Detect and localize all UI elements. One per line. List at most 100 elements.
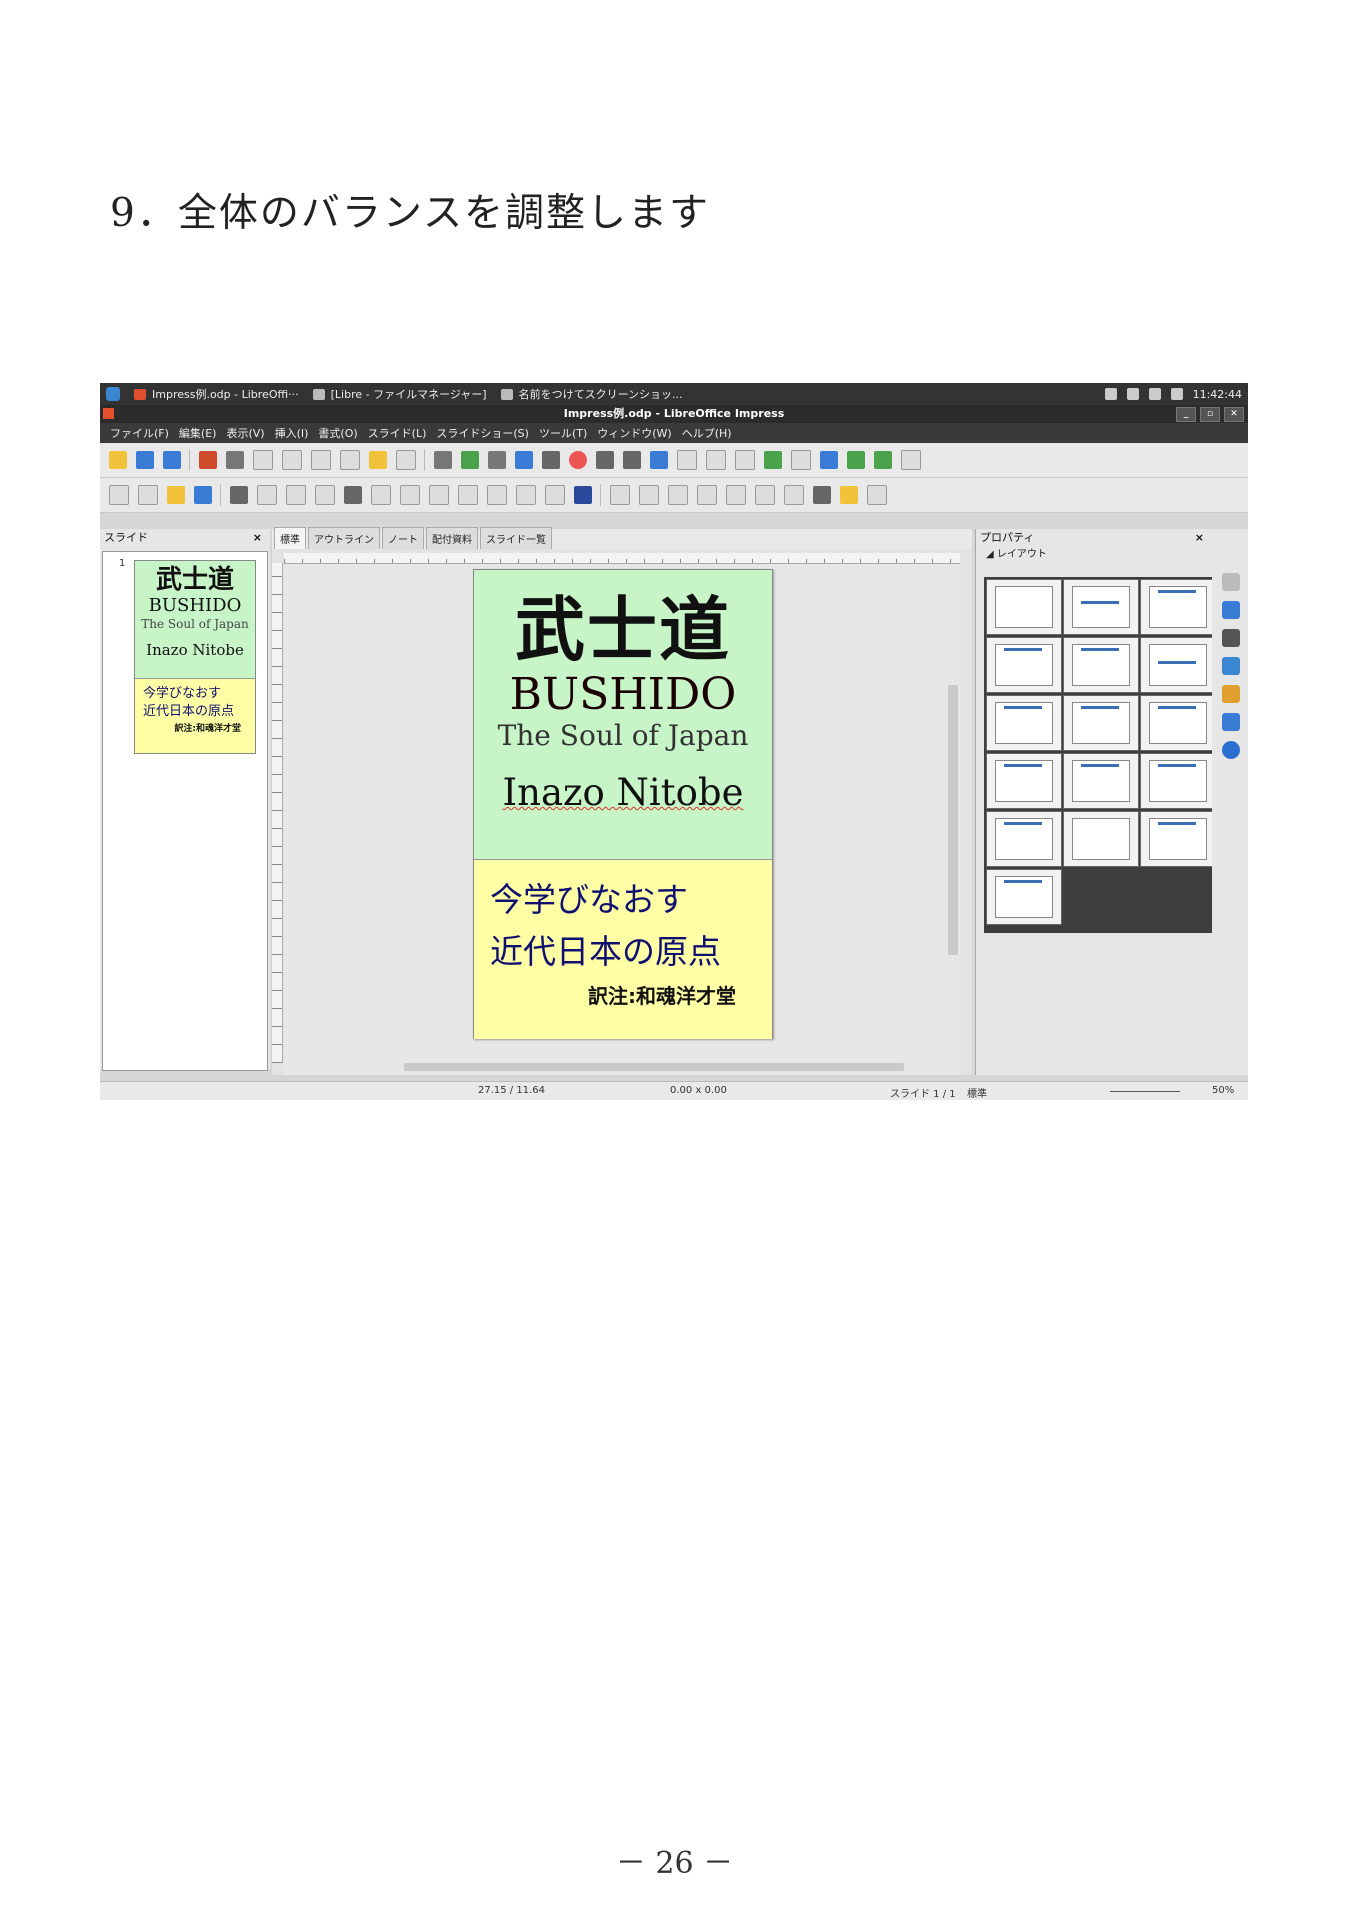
animation-icon[interactable] xyxy=(1222,629,1240,647)
image-icon[interactable] xyxy=(515,451,533,469)
title-area[interactable]: 武士道 BUSHIDO The Soul of Japan Inazo Nito… xyxy=(474,570,772,859)
slide-thumbnail[interactable]: 武士道 BUSHIDO The Soul of Japan Inazo Nito… xyxy=(134,560,256,754)
spellcheck-icon[interactable] xyxy=(461,451,479,469)
filter-icon[interactable] xyxy=(784,485,804,505)
shadow-icon[interactable] xyxy=(726,485,746,505)
3d-objects-icon[interactable] xyxy=(574,486,592,504)
layout-blank[interactable] xyxy=(986,579,1062,635)
keyboard-icon[interactable] xyxy=(1126,388,1139,400)
new-icon[interactable] xyxy=(109,451,127,469)
layout-icon[interactable] xyxy=(735,450,755,470)
media-icon[interactable] xyxy=(542,451,560,469)
vertical-ruler[interactable] xyxy=(272,563,283,1063)
layout-title-vertical-text[interactable] xyxy=(1140,811,1216,867)
crop-icon[interactable] xyxy=(755,485,775,505)
line-color-icon[interactable] xyxy=(167,486,185,504)
connector-icon[interactable] xyxy=(371,485,391,505)
close-button[interactable]: ✕ xyxy=(1224,407,1244,422)
arrow-line-icon[interactable] xyxy=(315,485,335,505)
menu-file[interactable]: ファイル(F) xyxy=(110,425,169,441)
tab-notes[interactable]: ノート xyxy=(382,527,424,549)
toggle-extrusion-icon[interactable] xyxy=(867,485,887,505)
rotate-icon[interactable] xyxy=(610,485,630,505)
copy-icon[interactable] xyxy=(282,450,302,470)
find-replace-icon[interactable] xyxy=(434,451,452,469)
slide-transition-icon[interactable] xyxy=(901,450,921,470)
layout-vertical-title[interactable] xyxy=(986,811,1062,867)
network-icon[interactable] xyxy=(1148,388,1161,400)
slide-author[interactable]: Inazo Nitobe xyxy=(474,772,772,814)
stars-icon[interactable] xyxy=(545,485,565,505)
slide-line1[interactable]: 今学びなおす xyxy=(474,874,772,926)
properties-icon[interactable] xyxy=(1222,573,1240,591)
layout-title-2content-content[interactable] xyxy=(986,695,1062,751)
menu-view[interactable]: 表示(V) xyxy=(226,425,264,441)
maximize-button[interactable]: ▫ xyxy=(1200,407,1220,422)
curve-icon[interactable] xyxy=(344,486,362,504)
volume-icon[interactable] xyxy=(1170,388,1183,400)
slide-kanji-title[interactable]: 武士道 xyxy=(474,590,772,670)
menu-tools[interactable]: ツール(T) xyxy=(539,425,587,441)
layout-title-only[interactable] xyxy=(1063,579,1139,635)
minimize-button[interactable]: _ xyxy=(1176,407,1196,422)
grid-icon[interactable] xyxy=(677,450,697,470)
layout-title-slide[interactable] xyxy=(1063,637,1139,693)
hyperlink-icon[interactable] xyxy=(650,451,668,469)
slide-pane-close-icon[interactable]: × xyxy=(253,529,262,547)
tab-handout[interactable]: 配付資料 xyxy=(426,527,478,549)
text-area[interactable]: 今学びなおす 近代日本の原点 訳注:和魂洋才堂 xyxy=(474,859,772,1039)
layout-title-6content[interactable] xyxy=(1140,753,1216,809)
fontwork-icon[interactable] xyxy=(623,451,641,469)
layout-title-content[interactable] xyxy=(1140,579,1216,635)
select-arrow-icon[interactable] xyxy=(109,485,129,505)
tab-outline[interactable]: アウトライン xyxy=(308,527,380,549)
undo-icon[interactable] xyxy=(369,451,387,469)
horizontal-ruler[interactable] xyxy=(284,553,960,564)
tab-normal[interactable]: 標準 xyxy=(274,527,306,549)
save-icon[interactable] xyxy=(163,451,181,469)
layout-centered-text[interactable] xyxy=(1140,637,1216,693)
open-icon[interactable] xyxy=(136,451,154,469)
task-screenshot[interactable]: 名前をつけてスクリーンショッ... xyxy=(500,386,683,402)
points-icon[interactable] xyxy=(813,486,831,504)
start-first-slide-icon[interactable] xyxy=(847,451,865,469)
start-menu-icon[interactable] xyxy=(106,387,120,401)
master-slides-icon[interactable] xyxy=(1222,657,1240,675)
start-current-slide-icon[interactable] xyxy=(874,451,892,469)
align-icon[interactable] xyxy=(639,485,659,505)
slide-transition-icon[interactable] xyxy=(1222,601,1240,619)
menu-edit[interactable]: 編集(E) xyxy=(179,425,217,441)
callouts-icon[interactable] xyxy=(516,485,536,505)
paste-icon[interactable] xyxy=(311,450,331,470)
cut-icon[interactable] xyxy=(253,450,273,470)
layout-title-2content-over[interactable] xyxy=(1140,695,1216,751)
presentation-icon[interactable] xyxy=(820,451,838,469)
rectangle-icon[interactable] xyxy=(257,485,277,505)
layout-title-vertical-2text[interactable] xyxy=(986,869,1062,925)
block-arrows-icon[interactable] xyxy=(458,485,478,505)
basic-shapes-icon[interactable] xyxy=(400,485,420,505)
new-slide-icon[interactable] xyxy=(764,451,782,469)
layout-title-content-2content[interactable] xyxy=(1063,695,1139,751)
layout-title-4content[interactable] xyxy=(1063,753,1139,809)
menu-window[interactable]: ウィンドウ(W) xyxy=(597,425,671,441)
arrange-icon[interactable] xyxy=(668,485,688,505)
line-icon[interactable] xyxy=(230,486,248,504)
helplines-icon[interactable] xyxy=(706,450,726,470)
tab-slide-sorter[interactable]: スライド一覧 xyxy=(480,527,552,549)
task-impress[interactable]: Impress例.odp - LibreOffi··· xyxy=(134,386,299,402)
flowchart-icon[interactable] xyxy=(487,485,507,505)
redo-icon[interactable] xyxy=(396,450,416,470)
clone-formatting-icon[interactable] xyxy=(340,450,360,470)
text-box-icon[interactable] xyxy=(596,451,614,469)
gallery-icon[interactable] xyxy=(1222,713,1240,731)
slide-translator[interactable]: 訳注:和魂洋才堂 xyxy=(474,980,772,1009)
task-file-manager[interactable]: [Libre - ファイルマネージャー] xyxy=(312,386,487,402)
symbol-shapes-icon[interactable] xyxy=(429,485,449,505)
fill-color-icon[interactable] xyxy=(194,486,212,504)
menu-format[interactable]: 書式(O) xyxy=(318,425,357,441)
export-pdf-icon[interactable] xyxy=(199,451,217,469)
battery-icon[interactable] xyxy=(1104,388,1117,400)
layout-title-2content[interactable] xyxy=(986,637,1062,693)
table-icon[interactable] xyxy=(488,451,506,469)
